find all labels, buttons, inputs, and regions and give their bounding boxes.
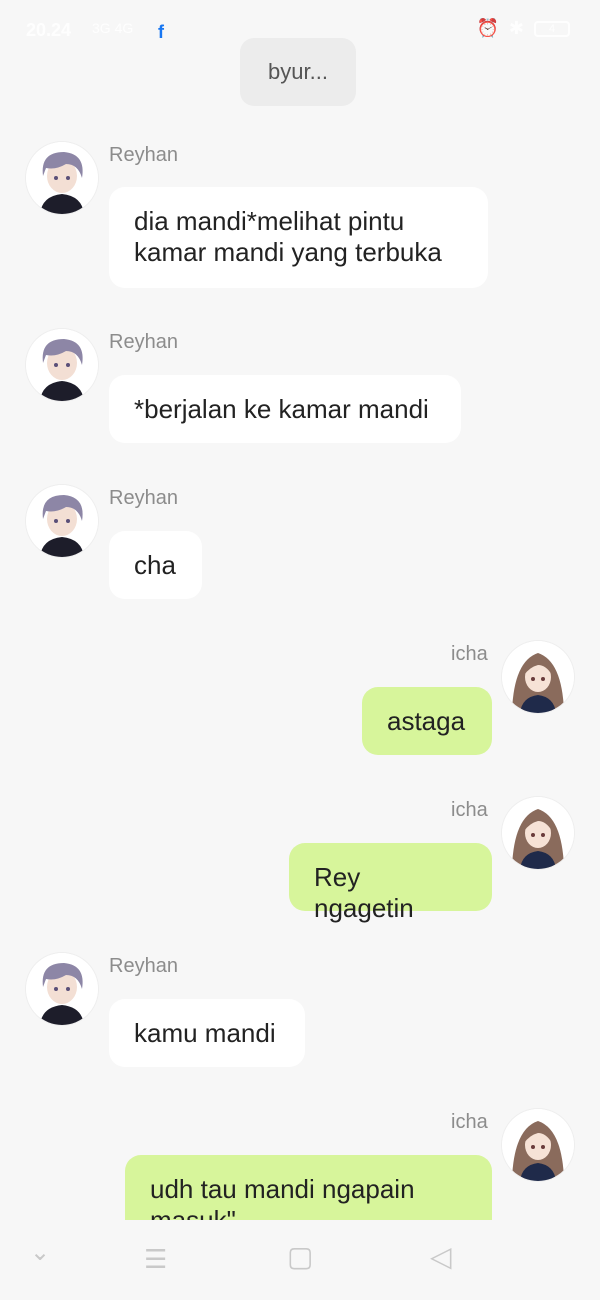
message-bubble[interactable]: *berjalan ke kamar mandi: [109, 375, 461, 443]
chevron-down-icon[interactable]: ⌄: [30, 1238, 50, 1267]
sender-name: icha: [451, 1111, 488, 1133]
reyhan-avatar[interactable]: [26, 953, 98, 1025]
message-bubble[interactable]: cha: [109, 531, 202, 599]
message-bubble[interactable]: dia mandi*melihat pintu kamar mandi yang…: [109, 187, 488, 288]
reyhan-avatar[interactable]: [26, 329, 98, 401]
navigation-bar: ⌄ ☰ ▢ ◁: [0, 1220, 600, 1300]
icha-avatar[interactable]: [502, 641, 574, 713]
status-time: 20.24: [26, 20, 72, 40]
back-icon[interactable]: ◁: [430, 1240, 452, 1273]
message-bubble[interactable]: astaga: [362, 687, 492, 755]
reyhan-avatar[interactable]: [26, 142, 98, 214]
signal-indicator: 3G 4G: [92, 20, 134, 36]
icha-avatar[interactable]: [502, 1109, 574, 1181]
battery-icon: 4: [534, 20, 570, 37]
sender-name: Reyhan: [109, 955, 178, 977]
menu-icon[interactable]: ☰: [144, 1244, 167, 1275]
bluetooth-icon: ✱: [508, 18, 524, 38]
reyhan-avatar[interactable]: [26, 485, 98, 557]
sender-name: icha: [451, 643, 488, 665]
sender-name: Reyhan: [109, 331, 178, 353]
status-icons: ⏰ ✱ 4: [476, 18, 570, 39]
facebook-notification-icon: f: [158, 22, 164, 42]
alarm-icon: ⏰: [476, 18, 499, 38]
message-bubble[interactable]: Rey ngagetin: [289, 843, 492, 923]
system-message-text: byur...: [268, 59, 328, 84]
status-bar: 20.24 3G 4G f ⏰ ✱ 4: [0, 0, 600, 60]
sender-name: icha: [451, 799, 488, 821]
home-icon[interactable]: ▢: [287, 1240, 313, 1273]
message-bubble[interactable]: kamu mandi: [109, 999, 305, 1067]
icha-avatar[interactable]: [502, 797, 574, 869]
sender-name: Reyhan: [109, 487, 178, 509]
sender-name: Reyhan: [109, 144, 178, 166]
battery-level: 4: [548, 22, 556, 35]
